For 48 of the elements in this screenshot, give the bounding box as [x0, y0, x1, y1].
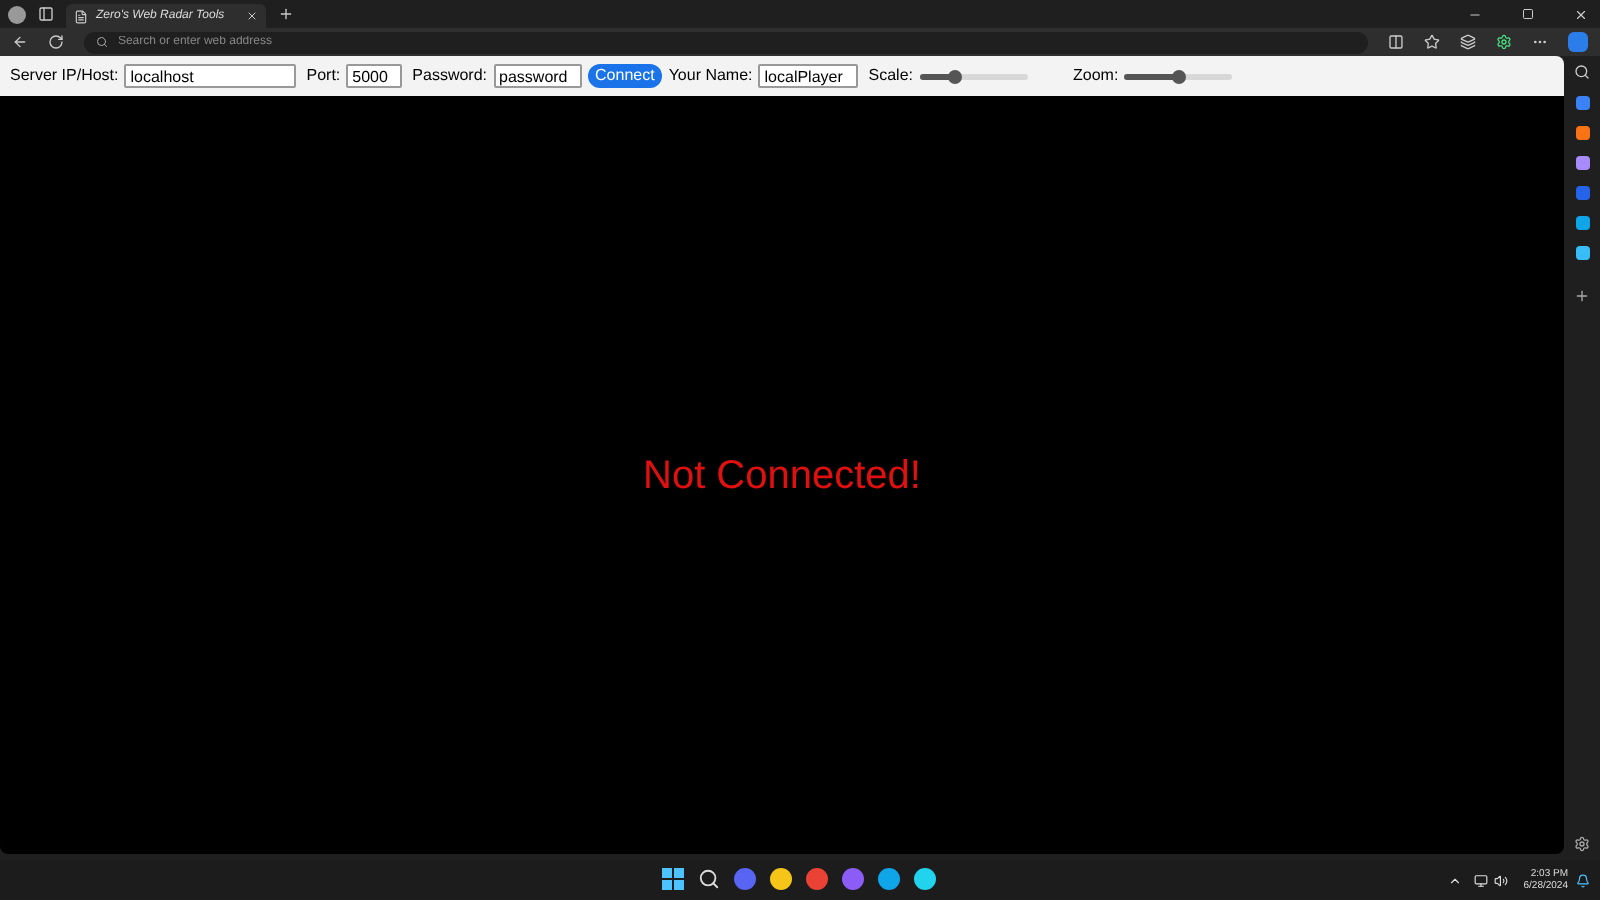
sidebar-app-icon[interactable]	[1575, 126, 1589, 140]
collections-icon[interactable]	[1460, 34, 1477, 50]
taskbar-app-icon[interactable]	[914, 868, 936, 890]
notification-icon[interactable]	[1576, 873, 1590, 887]
host-label: Server IP/Host:	[10, 64, 119, 88]
name-field[interactable]: localPlayer	[758, 64, 859, 88]
password-field[interactable]: password	[493, 64, 582, 88]
search-icon[interactable]	[1574, 64, 1590, 80]
sidebar-app-icon[interactable]	[1575, 186, 1589, 200]
tab-actions-icon[interactable]	[38, 6, 54, 22]
sidebar-app-icon[interactable]	[1575, 156, 1589, 170]
chevron-up-icon[interactable]	[1447, 873, 1462, 887]
connect-button[interactable]: Connect	[587, 64, 663, 88]
split-screen-icon[interactable]	[1388, 34, 1405, 50]
maximize-icon[interactable]	[1522, 8, 1534, 20]
taskbar-app-icon[interactable]	[806, 868, 828, 890]
port-field[interactable]: 5000	[346, 64, 403, 88]
sidebar-app-icon[interactable]	[1575, 216, 1589, 230]
back-icon[interactable]	[12, 34, 28, 50]
new-tab-icon[interactable]	[278, 6, 294, 22]
scale-label: Scale:	[868, 64, 913, 88]
profile-avatar[interactable]	[8, 5, 26, 23]
slider-thumb[interactable]	[1172, 69, 1187, 83]
close-tab-icon[interactable]	[246, 10, 258, 22]
refresh-icon[interactable]	[47, 34, 64, 50]
slider[interactable]	[919, 68, 1027, 84]
volume-icon[interactable]	[1493, 873, 1508, 887]
settings-icon[interactable]	[1574, 836, 1590, 852]
host-field[interactable]: localhost	[124, 64, 297, 88]
favorites-icon[interactable]	[1424, 34, 1441, 50]
slider[interactable]	[1124, 68, 1233, 84]
add-icon[interactable]	[1574, 288, 1590, 304]
search-icon	[95, 36, 108, 48]
status-message: Not Connected!	[643, 451, 921, 501]
page-icon	[74, 9, 88, 23]
slider-thumb[interactable]	[948, 69, 963, 83]
network-icon[interactable]	[1473, 873, 1488, 887]
taskbar-app-icon[interactable]	[770, 868, 792, 890]
port-label: Port:	[306, 64, 341, 88]
sidebar-app-icon[interactable]	[1575, 246, 1589, 260]
start-icon[interactable]	[662, 868, 684, 890]
name-label: Your Name:	[668, 64, 753, 88]
search-icon[interactable]	[698, 868, 720, 890]
close-icon[interactable]	[1574, 7, 1588, 21]
taskbar-app-icon[interactable]	[878, 868, 900, 890]
password-label: Password:	[412, 64, 488, 88]
sidebar-app-icon[interactable]	[1575, 96, 1589, 110]
zoom-label: Zoom:	[1073, 64, 1119, 88]
